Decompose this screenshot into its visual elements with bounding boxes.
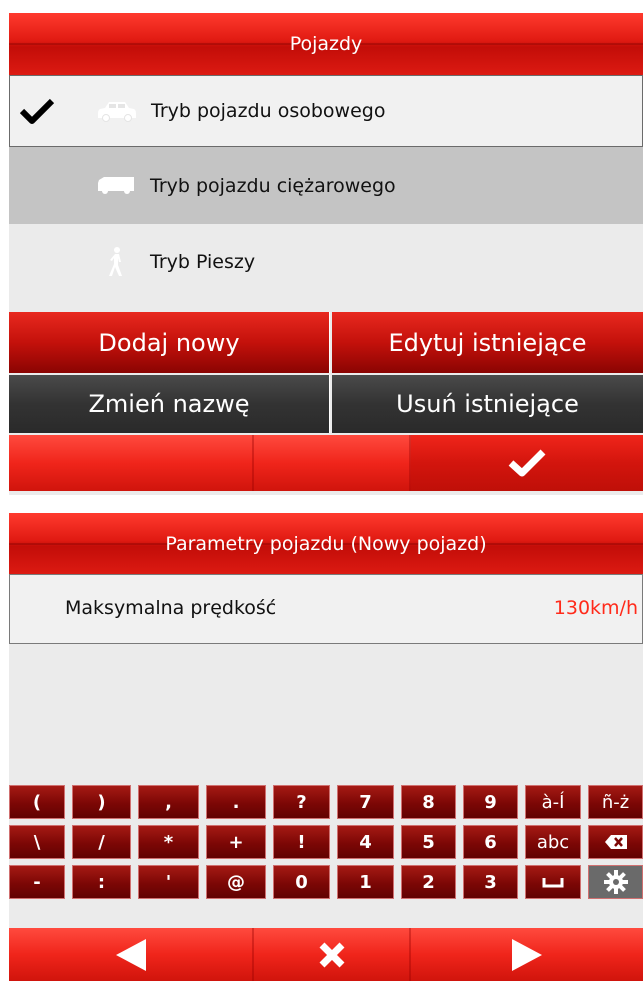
bottom-bar-empty-middle xyxy=(254,435,409,491)
params-title-bar: Parametry pojazdu (Nowy pojazd) xyxy=(9,513,643,574)
arrow-left-icon xyxy=(115,938,146,971)
checkmark-icon xyxy=(508,449,546,477)
mode-item-truck[interactable]: Tryb pojazdu ciężarowego xyxy=(9,147,643,224)
checkmark-icon xyxy=(20,98,54,124)
param-name: Maksymalna prędkość xyxy=(65,597,277,619)
key-backspace[interactable] xyxy=(588,825,643,859)
page-title: Pojazdy xyxy=(289,33,363,55)
gear-icon xyxy=(603,870,628,894)
close-icon xyxy=(319,942,344,967)
key-9[interactable]: 9 xyxy=(463,785,518,819)
key-abc[interactable]: abc xyxy=(525,825,581,859)
key-exclamation[interactable]: ! xyxy=(273,825,330,859)
edit-existing-label: Edytuj istniejące xyxy=(388,328,587,357)
vehicles-bottom-bar xyxy=(9,435,643,491)
key-accents-a-i[interactable]: à-Í xyxy=(525,785,581,819)
vehicles-screen: Pojazdy Tryb pojazdu osobowego Tryb poja… xyxy=(9,13,643,495)
car-icon xyxy=(94,97,140,125)
mode-label-truck: Tryb pojazdu ciężarowego xyxy=(150,174,396,197)
key-space[interactable] xyxy=(525,865,581,899)
key-6[interactable]: 6 xyxy=(463,825,518,859)
key-1[interactable]: 1 xyxy=(337,865,394,899)
key-0[interactable]: 0 xyxy=(273,865,330,899)
rename-button[interactable]: Zmień nazwę xyxy=(9,375,330,433)
vehicles-title-bar: Pojazdy xyxy=(9,13,643,75)
key-5[interactable]: 5 xyxy=(401,825,456,859)
key-backslash[interactable]: \ xyxy=(9,825,65,859)
param-value: 130km/h xyxy=(553,597,638,619)
mode-label-car: Tryb pojazdu osobowego xyxy=(151,100,386,122)
key-accents-n-z[interactable]: ñ-ż xyxy=(588,785,643,819)
key-minus[interactable]: - xyxy=(9,865,65,899)
backspace-icon xyxy=(604,835,627,849)
key-asterisk[interactable]: * xyxy=(138,825,199,859)
add-new-button[interactable]: Dodaj nowy xyxy=(9,312,330,373)
key-7[interactable]: 7 xyxy=(337,785,394,819)
delete-existing-button[interactable]: Usuń istniejące xyxy=(332,375,643,433)
key-4[interactable]: 4 xyxy=(337,825,394,859)
key-close-paren[interactable]: ) xyxy=(72,785,131,819)
key-3[interactable]: 3 xyxy=(463,865,518,899)
key-at[interactable]: @ xyxy=(206,865,266,899)
key-8[interactable]: 8 xyxy=(401,785,456,819)
key-2[interactable]: 2 xyxy=(401,865,456,899)
rename-label: Zmień nazwę xyxy=(88,390,250,418)
key-open-paren[interactable]: ( xyxy=(9,785,65,819)
mode-item-car[interactable]: Tryb pojazdu osobowego xyxy=(9,75,643,147)
edit-existing-button[interactable]: Edytuj istniejące xyxy=(332,312,643,373)
key-apostrophe[interactable]: ' xyxy=(138,865,199,899)
key-plus[interactable]: + xyxy=(206,825,266,859)
arrow-right-icon xyxy=(512,938,542,971)
key-slash[interactable]: / xyxy=(72,825,131,859)
page-title: Parametry pojazdu (Nowy pojazd) xyxy=(165,532,487,555)
key-colon[interactable]: : xyxy=(72,865,131,899)
add-new-label: Dodaj nowy xyxy=(98,328,240,357)
cancel-button[interactable] xyxy=(254,928,409,981)
key-settings[interactable] xyxy=(588,865,643,899)
next-button[interactable] xyxy=(411,928,643,981)
prev-button[interactable] xyxy=(9,928,252,981)
params-bottom-bar xyxy=(9,928,643,981)
key-question[interactable]: ? xyxy=(273,785,330,819)
pedestrian-icon xyxy=(93,247,139,276)
space-icon xyxy=(542,878,564,888)
bottom-bar-empty-left xyxy=(9,435,252,491)
confirm-button[interactable] xyxy=(411,435,643,491)
truck-icon xyxy=(93,172,139,200)
param-row-max-speed[interactable]: Maksymalna prędkość 130km/h xyxy=(9,574,643,644)
key-period[interactable]: . xyxy=(206,785,266,819)
vehicle-params-screen: Parametry pojazdu (Nowy pojazd) Maksymal… xyxy=(9,513,643,981)
delete-existing-label: Usuń istniejące xyxy=(396,390,579,418)
key-comma[interactable]: , xyxy=(138,785,199,819)
mode-label-pedestrian: Tryb Pieszy xyxy=(150,251,256,273)
mode-item-pedestrian[interactable]: Tryb Pieszy xyxy=(9,224,643,300)
